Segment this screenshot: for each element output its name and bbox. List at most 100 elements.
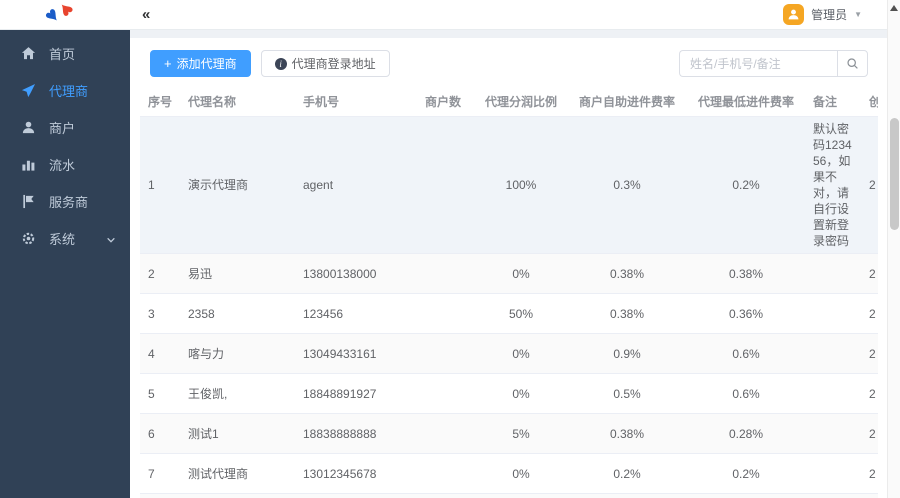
search-icon	[847, 58, 858, 69]
search-group	[679, 50, 868, 77]
cell-1-6: 0.2%	[687, 116, 805, 254]
user-menu[interactable]: 管理员	[783, 4, 862, 25]
avatar	[783, 4, 805, 25]
plus-icon	[164, 56, 172, 71]
cell-1-2: agent	[295, 116, 417, 254]
sidebar-item-label: 系统	[49, 232, 76, 247]
search-button[interactable]	[837, 50, 868, 77]
toolbar: 添加代理商 代理商登录地址	[130, 38, 900, 87]
flag-icon	[21, 194, 36, 209]
agents-table-wrap: 序号代理名称手机号商户数代理分润比例商户自助进件费率代理最低进件费率备注创建时间…	[140, 87, 878, 498]
table-row-6[interactable]: 6 测试1 18838888888 5% 0.38% 0.28% 2	[140, 413, 878, 454]
cell-1-5: 0.3%	[567, 116, 687, 254]
add-agent-label: 添加代理商	[176, 57, 237, 71]
cell-3-8: 2	[861, 293, 878, 334]
cell-3-4: 50%	[475, 293, 567, 334]
cell-3-7	[805, 293, 861, 334]
sidebar-item-label: 商户	[49, 121, 76, 136]
agent-login-address-button[interactable]: 代理商登录地址	[260, 50, 390, 77]
agent-login-address-label: 代理商登录地址	[291, 57, 376, 71]
sidebar: 首页 代理商商户流水服务商系统	[0, 30, 130, 498]
cell-5-8: 2	[861, 373, 878, 414]
chart-icon	[21, 157, 36, 172]
table-row-2[interactable]: 2 易迅 13800138000 0% 0.38% 0.38% 2	[140, 253, 878, 294]
cell-7-0: 7	[140, 453, 180, 494]
agents-table: 序号代理名称手机号商户数代理分润比例商户自助进件费率代理最低进件费率备注创建时间…	[140, 87, 878, 498]
add-agent-button[interactable]: 添加代理商	[150, 50, 251, 77]
sidebar-item-label: 服务商	[49, 195, 89, 210]
table-body: 1 演示代理商 agent 100% 0.3% 0.2% 默认密码123456，如果不对，请…	[140, 116, 878, 498]
cell-6-4: 5%	[475, 413, 567, 454]
cell-8-5: 0.5%	[567, 493, 687, 498]
cell-4-8: 2	[861, 333, 878, 374]
scrollbar-up-icon[interactable]	[890, 5, 898, 11]
cell-5-0: 5	[140, 373, 180, 414]
cell-5-1: 王俊凯,	[180, 373, 295, 414]
cell-7-4: 0%	[475, 453, 567, 494]
cell-1-3	[417, 116, 475, 254]
column-header-4: 代理分润比例	[475, 87, 567, 117]
cell-7-5: 0.2%	[567, 453, 687, 494]
table-header-row: 序号代理名称手机号商户数代理分润比例商户自助进件费率代理最低进件费率备注创建时间	[140, 87, 878, 117]
cell-3-1: 2358	[180, 293, 295, 334]
table-row-8[interactable]: 8哦哦123456789 0%0.5%0.25% 2	[140, 493, 878, 498]
cell-7-6: 0.2%	[687, 453, 805, 494]
sidebar-item-5[interactable]: 系统	[0, 220, 130, 257]
cell-6-6: 0.28%	[687, 413, 805, 454]
column-header-1: 代理名称	[180, 87, 295, 117]
cell-4-5: 0.9%	[567, 333, 687, 374]
cell-8-8: 2	[861, 493, 878, 498]
cell-2-0: 2	[140, 253, 180, 294]
cell-5-3	[417, 373, 475, 414]
search-input[interactable]	[679, 50, 837, 77]
table-row-5[interactable]: 5 王俊凯, 18848891927 0% 0.5% 0.6% 2	[140, 373, 878, 414]
cell-8-2: 123456789	[295, 493, 417, 498]
sidebar-item-2[interactable]: 商户	[0, 109, 130, 146]
sidebar-item-1[interactable]: 代理商	[0, 72, 130, 109]
cell-3-6: 0.36%	[687, 293, 805, 334]
cell-7-2: 13012345678	[295, 453, 417, 494]
cell-5-5: 0.5%	[567, 373, 687, 414]
table-row-1[interactable]: 1 演示代理商 agent 100% 0.3% 0.2% 默认密码123456，如果不对，请…	[140, 116, 878, 254]
column-header-8: 创建时间	[861, 87, 878, 117]
cell-8-4: 0%	[475, 493, 567, 498]
cell-6-8: 2	[861, 413, 878, 454]
sidebar-item-label: 流水	[49, 158, 76, 173]
table-row-4[interactable]: 4 喀与力 13049433161 0% 0.9% 0.6% 2	[140, 333, 878, 374]
scrollbar-thumb[interactable]	[890, 118, 899, 230]
scrollbar[interactable]	[887, 0, 900, 498]
column-header-7: 备注	[805, 87, 861, 117]
cell-7-1: 测试代理商	[180, 453, 295, 494]
cell-4-0: 4	[140, 333, 180, 374]
chevron-down-icon	[854, 10, 862, 19]
cell-4-3	[417, 333, 475, 374]
cell-6-7	[805, 413, 861, 454]
sidebar-item-4[interactable]: 服务商	[0, 183, 130, 220]
cell-4-1: 喀与力	[180, 333, 295, 374]
content-divider	[130, 30, 900, 38]
cell-2-1: 易迅	[180, 253, 295, 294]
home-icon	[21, 46, 36, 61]
cell-2-6: 0.38%	[687, 253, 805, 294]
cell-8-3	[417, 493, 475, 498]
cell-2-7	[805, 253, 861, 294]
table-row-3[interactable]: 3 2358 123456 50% 0.38% 0.36% 2	[140, 293, 878, 334]
cell-7-7	[805, 453, 861, 494]
sidebar-item-3[interactable]: 流水	[0, 146, 130, 183]
sidebar-item-0[interactable]: 首页	[0, 35, 130, 72]
cell-6-2: 18838888888	[295, 413, 417, 454]
cell-5-6: 0.6%	[687, 373, 805, 414]
column-header-2: 手机号	[295, 87, 417, 117]
sidebar-collapse-icon[interactable]	[142, 6, 148, 23]
cell-6-5: 0.38%	[567, 413, 687, 454]
column-header-5: 商户自助进件费率	[567, 87, 687, 117]
user-icon	[21, 120, 36, 135]
cell-5-4: 0%	[475, 373, 567, 414]
cell-4-6: 0.6%	[687, 333, 805, 374]
cell-6-0: 6	[140, 413, 180, 454]
cell-3-2: 123456	[295, 293, 417, 334]
cell-8-1: 哦哦	[180, 493, 295, 498]
topbar: ♥ ♥ 管理员	[0, 0, 900, 30]
table-row-7[interactable]: 7 测试代理商 13012345678 0% 0.2% 0.2% 2	[140, 453, 878, 494]
cell-6-3	[417, 413, 475, 454]
